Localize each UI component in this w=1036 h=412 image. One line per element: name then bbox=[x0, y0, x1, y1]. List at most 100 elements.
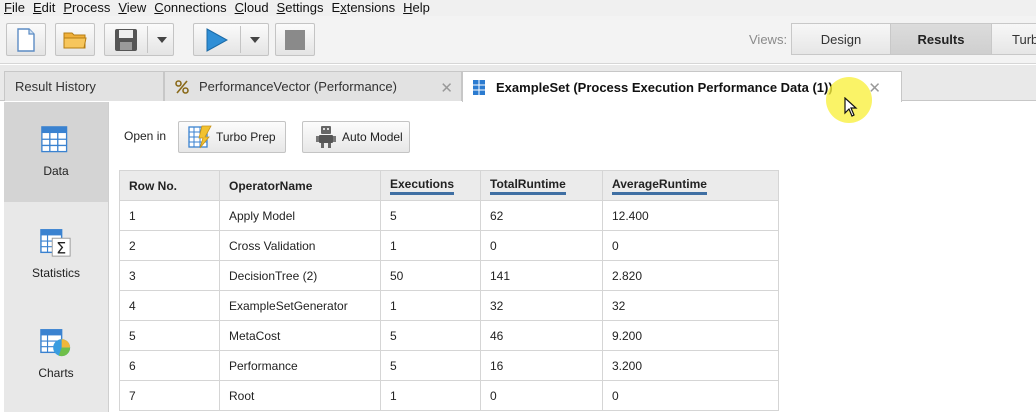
open-in-label: Open in bbox=[124, 129, 167, 143]
table-icon bbox=[473, 79, 485, 95]
views-label: Views: bbox=[749, 32, 788, 47]
cell-operator-name[interactable]: Apply Model bbox=[219, 200, 381, 231]
example-set-data-view: Open in Turbo Prep Auto Model Row No. Op… bbox=[110, 102, 1036, 412]
cell-row-no[interactable]: 6 bbox=[119, 350, 220, 381]
cell-operator-name[interactable]: Root bbox=[219, 380, 381, 411]
table-header-row: Row No. OperatorName Executions TotalRun… bbox=[119, 170, 779, 201]
cell-executions[interactable]: 5 bbox=[380, 350, 481, 381]
cell-executions[interactable]: 5 bbox=[380, 200, 481, 231]
menu-cloud[interactable]: Cloud bbox=[231, 0, 273, 16]
cell-executions[interactable]: 50 bbox=[380, 260, 481, 291]
cell-total-runtime[interactable]: 0 bbox=[480, 230, 603, 261]
cell-total-runtime[interactable]: 62 bbox=[480, 200, 603, 231]
result-view-sidebar: Data Σ Statistics Charts bbox=[4, 102, 109, 412]
column-header-row-no[interactable]: Row No. bbox=[119, 170, 220, 201]
menu-file[interactable]: File bbox=[0, 0, 29, 16]
cell-executions[interactable]: 1 bbox=[380, 290, 481, 321]
sidebar-item-label: Statistics bbox=[31, 266, 80, 280]
cell-average-runtime[interactable]: 12.400 bbox=[602, 200, 779, 231]
menu-settings[interactable]: Settings bbox=[273, 0, 328, 16]
table-row[interactable]: 6 Performance 5 16 3.200 bbox=[119, 350, 779, 381]
cell-average-runtime[interactable]: 2.820 bbox=[602, 260, 779, 291]
cell-total-runtime[interactable]: 16 bbox=[480, 350, 603, 381]
column-header-total-runtime[interactable]: TotalRuntime bbox=[480, 170, 603, 201]
table-icon bbox=[41, 126, 68, 153]
view-results-button[interactable]: Results bbox=[890, 23, 992, 55]
cell-executions[interactable]: 1 bbox=[380, 230, 481, 261]
tab-label: PerformanceVector (Performance) bbox=[199, 79, 397, 94]
save-icon bbox=[115, 28, 137, 51]
sidebar-item-charts[interactable]: Charts bbox=[4, 302, 108, 402]
cell-row-no[interactable]: 7 bbox=[119, 380, 220, 411]
tab-result-history[interactable]: Result History bbox=[4, 71, 164, 101]
column-header-executions[interactable]: Executions bbox=[380, 170, 481, 201]
cell-row-no[interactable]: 3 bbox=[119, 260, 220, 291]
sidebar-item-data[interactable]: Data bbox=[4, 102, 108, 202]
cell-total-runtime[interactable]: 32 bbox=[480, 290, 603, 321]
menu-connections[interactable]: Connections bbox=[150, 0, 230, 16]
table-row[interactable]: 3 DecisionTree (2) 50 141 2.820 bbox=[119, 260, 779, 291]
table-row[interactable]: 7 Root 1 0 0 bbox=[119, 380, 779, 411]
save-dropdown-divider bbox=[147, 26, 148, 53]
close-tab-icon[interactable]: ✕ bbox=[440, 79, 453, 97]
cell-total-runtime[interactable]: 46 bbox=[480, 320, 603, 351]
tab-performance-vector[interactable]: PerformanceVector (Performance) ✕ bbox=[164, 71, 462, 101]
toolbar: Views: Design Results Turb bbox=[0, 16, 1036, 64]
menu-process[interactable]: Process bbox=[59, 0, 114, 16]
auto-model-button[interactable]: Auto Model bbox=[302, 121, 410, 153]
new-file-icon bbox=[17, 27, 35, 52]
sidebar-item-statistics[interactable]: Σ Statistics bbox=[4, 202, 108, 302]
data-table: Row No. OperatorName Executions TotalRun… bbox=[119, 170, 779, 411]
table-row[interactable]: 1 Apply Model 5 62 12.400 bbox=[119, 200, 779, 231]
sidebar-item-label: Charts bbox=[38, 366, 74, 380]
mouse-cursor-icon bbox=[844, 97, 858, 117]
cell-total-runtime[interactable]: 0 bbox=[480, 380, 603, 411]
cell-operator-name[interactable]: ExampleSetGenerator bbox=[219, 290, 381, 321]
new-process-button[interactable] bbox=[6, 23, 46, 56]
cell-average-runtime[interactable]: 9.200 bbox=[602, 320, 779, 351]
table-row[interactable]: 2 Cross Validation 1 0 0 bbox=[119, 230, 779, 261]
view-turbo-prep-button[interactable]: Turb bbox=[991, 23, 1036, 55]
cell-average-runtime[interactable]: 3.200 bbox=[602, 350, 779, 381]
stop-icon bbox=[285, 29, 305, 50]
cell-average-runtime[interactable]: 0 bbox=[602, 380, 779, 411]
cell-average-runtime[interactable]: 0 bbox=[602, 230, 779, 261]
cell-executions[interactable]: 1 bbox=[380, 380, 481, 411]
table-row[interactable]: 5 MetaCost 5 46 9.200 bbox=[119, 320, 779, 351]
svg-text:Σ: Σ bbox=[56, 238, 66, 257]
menu-view[interactable]: View bbox=[114, 0, 150, 16]
sidebar-item-label: Data bbox=[43, 164, 69, 178]
chevron-down-icon[interactable] bbox=[250, 37, 260, 43]
cell-executions[interactable]: 5 bbox=[380, 320, 481, 351]
cell-operator-name[interactable]: DecisionTree (2) bbox=[219, 260, 381, 291]
cell-average-runtime[interactable]: 32 bbox=[602, 290, 779, 321]
view-design-button[interactable]: Design bbox=[791, 23, 891, 55]
open-process-button[interactable] bbox=[55, 23, 95, 56]
tab-label: ExampleSet (Process Execution Performanc… bbox=[496, 79, 833, 95]
play-icon bbox=[206, 27, 228, 52]
cell-operator-name[interactable]: MetaCost bbox=[219, 320, 381, 351]
cell-total-runtime[interactable]: 141 bbox=[480, 260, 603, 291]
cell-row-no[interactable]: 5 bbox=[119, 320, 220, 351]
menu-extensions[interactable]: Extensions bbox=[328, 0, 400, 16]
chevron-down-icon[interactable] bbox=[157, 37, 167, 43]
turbo-prep-icon bbox=[188, 125, 212, 149]
turbo-prep-button[interactable]: Turbo Prep bbox=[178, 121, 286, 153]
column-header-average-runtime[interactable]: AverageRuntime bbox=[602, 170, 779, 201]
menu-edit[interactable]: Edit bbox=[29, 0, 59, 16]
menu-bar: File Edit Process View Connections Cloud… bbox=[0, 0, 1036, 16]
menu-help[interactable]: Help bbox=[399, 0, 434, 16]
tab-label: Result History bbox=[15, 79, 96, 94]
stop-process-button[interactable] bbox=[275, 23, 315, 56]
auto-model-label: Auto Model bbox=[342, 130, 403, 144]
cell-operator-name[interactable]: Cross Validation bbox=[219, 230, 381, 261]
cell-row-no[interactable]: 2 bbox=[119, 230, 220, 261]
table-row[interactable]: 4 ExampleSetGenerator 1 32 32 bbox=[119, 290, 779, 321]
cell-row-no[interactable]: 1 bbox=[119, 200, 220, 231]
run-process-button[interactable] bbox=[193, 23, 269, 56]
column-header-operator-name[interactable]: OperatorName bbox=[219, 170, 381, 201]
cell-operator-name[interactable]: Performance bbox=[219, 350, 381, 381]
robot-icon bbox=[316, 126, 336, 148]
save-process-button[interactable] bbox=[104, 23, 174, 56]
cell-row-no[interactable]: 4 bbox=[119, 290, 220, 321]
